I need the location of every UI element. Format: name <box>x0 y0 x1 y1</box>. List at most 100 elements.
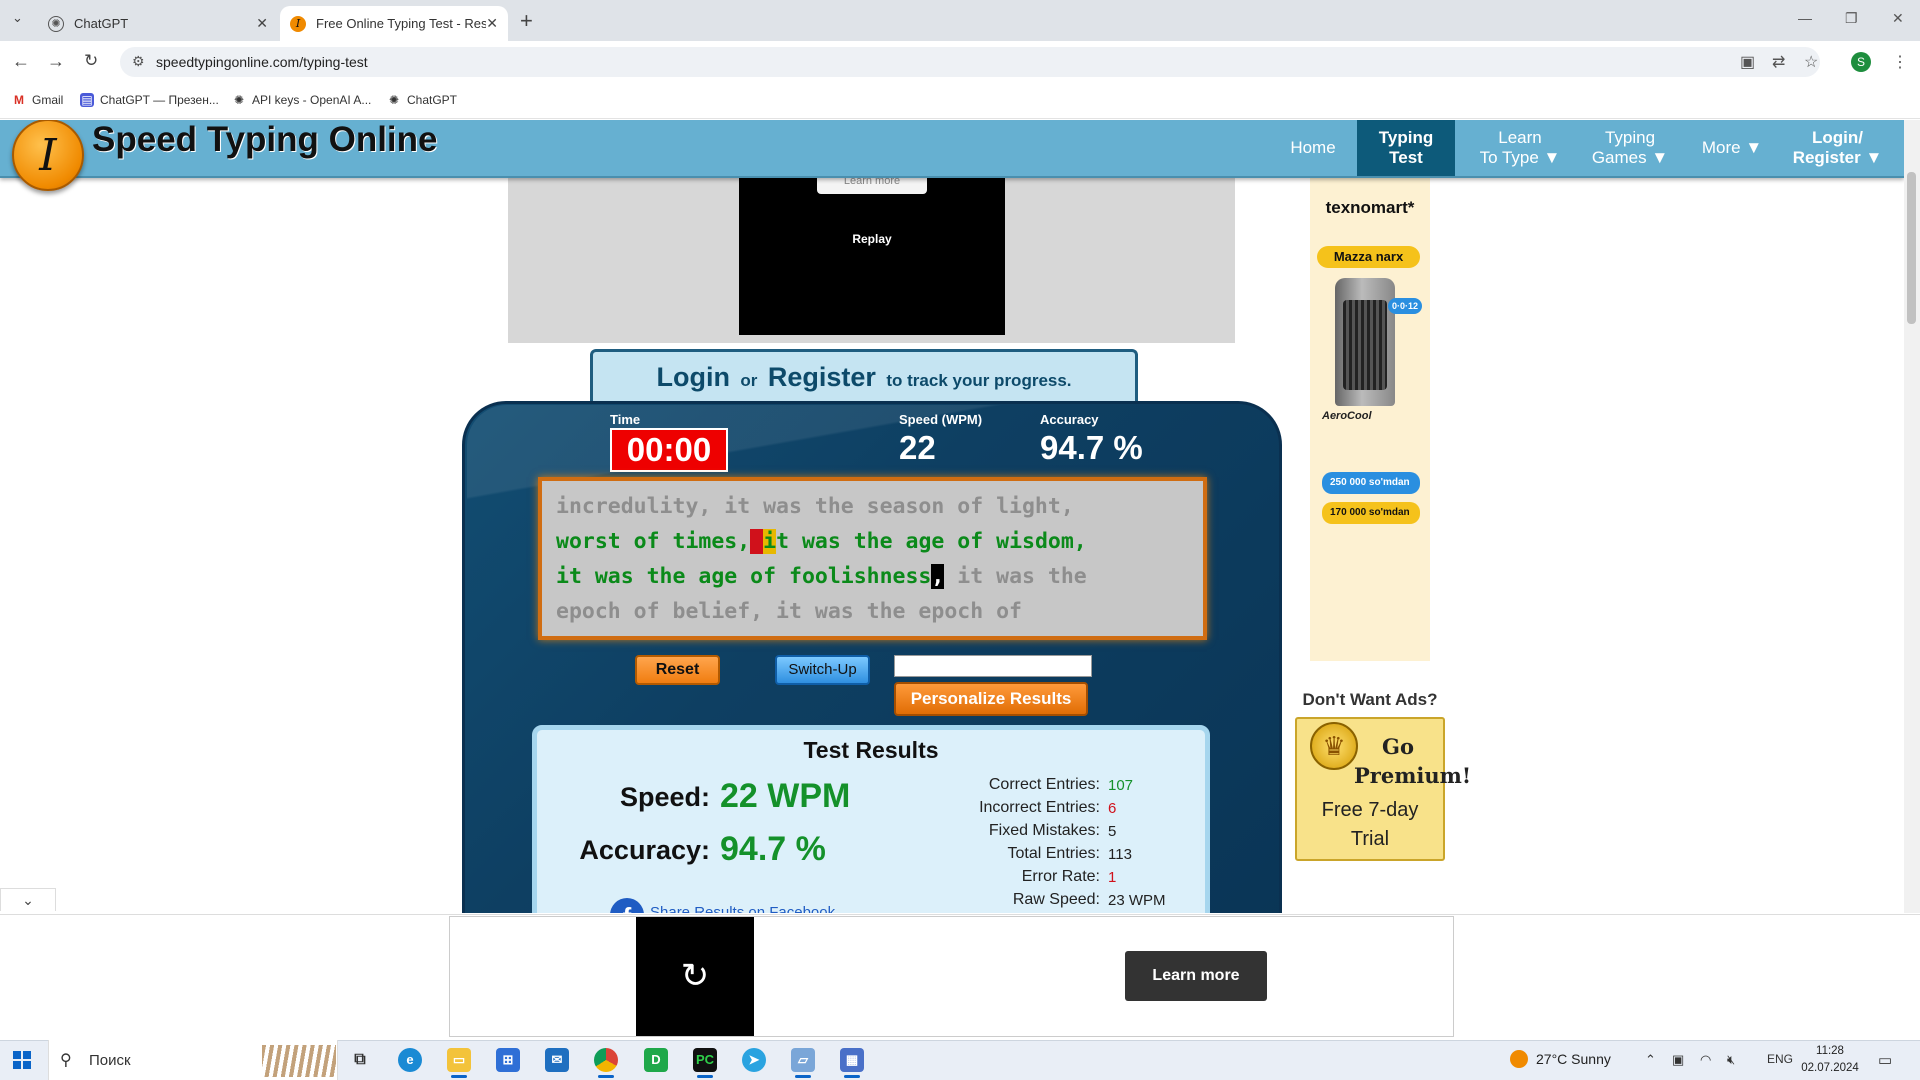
tab-typing-test[interactable]: I Free Online Typing Test - Result ✕ <box>280 6 508 41</box>
app-window-icon[interactable]: ▱ <box>791 1048 815 1072</box>
back-icon[interactable]: ← <box>12 51 30 72</box>
bottom-ad-frame[interactable] <box>449 916 1454 1037</box>
telegram-icon[interactable]: ➤ <box>742 1048 766 1072</box>
bottom-ad-learn-more-button[interactable]: Learn more <box>1125 951 1267 1001</box>
free-trial-text[interactable]: Free 7-day Trial <box>1297 796 1443 854</box>
site-info-icon[interactable]: ⚙ <box>132 53 145 70</box>
error-rate-value: 1 <box>1108 869 1117 886</box>
bookmarks-bar: M Gmail ▤ ChatGPT — Презен... ✺ API keys… <box>0 81 1920 119</box>
reset-button[interactable]: Reset <box>635 655 720 685</box>
restore-icon[interactable]: ❐ <box>1845 10 1858 27</box>
chatgpt-icon: ✺ <box>388 93 400 107</box>
minimize-icon[interactable]: — <box>1798 10 1812 26</box>
register-link[interactable]: Register <box>768 362 876 392</box>
switch-up-button[interactable]: Switch-Up <box>775 655 870 685</box>
forward-icon[interactable]: → <box>47 51 65 72</box>
ad-learn-more-button[interactable]: Learn more <box>817 178 927 194</box>
bookmark-star-icon[interactable]: ☆ <box>1804 52 1818 72</box>
speedtyping-favicon: I <box>290 15 306 32</box>
replay-icon[interactable]: ↻ <box>636 917 754 1036</box>
ad-replay-button[interactable]: Replay <box>739 232 1005 246</box>
correct-entries-label: Correct Entries: <box>988 776 1100 793</box>
nav-label: Home <box>1290 138 1336 157</box>
no-images-icon[interactable]: ▣ <box>1740 52 1755 72</box>
bookmark-gmail[interactable]: M Gmail <box>12 93 63 107</box>
tray-overflow-icon[interactable]: ⌃ <box>1645 1052 1656 1068</box>
mail-icon[interactable]: ✉ <box>545 1048 569 1072</box>
result-speed-value: 22 WPM <box>720 777 851 815</box>
chatgpt-icon: ✺ <box>48 15 64 32</box>
reload-icon[interactable]: ↻ <box>84 51 98 71</box>
result-speed-label: Speed: <box>619 782 710 812</box>
language-indicator[interactable]: ENG <box>1767 1052 1793 1066</box>
site-logo-text[interactable]: Speed Typing Online <box>92 120 438 160</box>
raw-speed-value: 23 WPM <box>1108 892 1166 909</box>
personalize-results-button[interactable]: Personalize Results <box>894 682 1088 716</box>
pycharm-icon[interactable]: PC <box>693 1048 717 1072</box>
nav-typing-games[interactable]: Typing Games ▼ <box>1583 120 1677 176</box>
untyped-text: incredulity, it was the season of light, <box>556 494 1074 519</box>
ad-price-1: 250 000 so'mdan <box>1322 472 1420 494</box>
nav-label: More ▼ <box>1701 138 1763 157</box>
ad-video[interactable] <box>739 178 1005 335</box>
nav-learn-to-type[interactable]: Learn To Type ▼ <box>1470 120 1570 176</box>
ad-badge: Mazza narx <box>1317 246 1420 268</box>
login-link[interactable]: Login <box>656 362 729 392</box>
tab-chatgpt[interactable]: ✺ ChatGPT ✕ <box>38 6 278 41</box>
site-logo-icon[interactable]: I <box>12 120 84 191</box>
scrollbar-thumb[interactable] <box>1907 172 1916 324</box>
nav-typing-test[interactable]: Typing Test <box>1357 120 1455 176</box>
tab-title: Free Online Typing Test - Result <box>316 16 486 31</box>
bookmark-label: ChatGPT <box>407 93 458 107</box>
personalize-name-input[interactable] <box>894 655 1092 677</box>
task-view-icon[interactable]: ⧉ <box>348 1048 372 1072</box>
search-placeholder: Поиск <box>89 1051 131 1069</box>
total-entries-value: 113 <box>1108 846 1132 863</box>
edge-icon[interactable]: e <box>398 1048 422 1072</box>
nav-label: Typing <box>1604 128 1656 147</box>
address-toolbar: ← → ↻ speedtypingonline.com/typing-test … <box>0 41 1920 81</box>
ad-price-2: 170 000 so'mdan <box>1322 502 1420 524</box>
close-tab-icon[interactable]: ✕ <box>256 15 268 32</box>
web-page: Learn more Replay Login or Register to t… <box>0 120 1904 913</box>
time-value: 00:00 <box>610 428 728 472</box>
network-adapter-icon[interactable]: ▣ <box>1672 1052 1684 1068</box>
profile-avatar[interactable]: S <box>1851 52 1871 72</box>
go-premium-title[interactable]: Go Premium! <box>1318 732 1471 790</box>
nav-home[interactable]: Home <box>1278 120 1348 176</box>
notifications-icon[interactable]: ▭ <box>1878 1051 1892 1069</box>
bookmark-api-keys[interactable]: ✺ API keys - OpenAI A... <box>232 93 371 107</box>
close-tab-icon[interactable]: ✕ <box>486 15 498 32</box>
weather-widget[interactable]: 27°C Sunny <box>1510 1050 1611 1068</box>
windows-start-icon[interactable] <box>13 1051 31 1069</box>
chrome-icon[interactable] <box>594 1048 618 1072</box>
nav-more[interactable]: More ▼ <box>1692 120 1772 176</box>
typed-text: t was the age of wisdom, <box>776 529 1087 554</box>
tab-title: ChatGPT <box>74 16 129 31</box>
store-icon[interactable]: ⊞ <box>496 1048 520 1072</box>
volume-muted-icon[interactable]: 🔇︎ <box>1727 1052 1735 1068</box>
wifi-icon[interactable]: ◠ <box>1700 1052 1711 1068</box>
file-explorer-icon[interactable]: ▭ <box>447 1048 471 1072</box>
calculator-icon[interactable]: ▦ <box>840 1048 864 1072</box>
collapse-ad-icon[interactable]: ⌄ <box>0 888 56 911</box>
bookmark-label: API keys - OpenAI A... <box>252 93 372 107</box>
close-window-icon[interactable]: ✕ <box>1892 10 1904 27</box>
menu-icon[interactable]: ⋮ <box>1892 52 1908 72</box>
translate-icon[interactable]: ⇄ <box>1772 52 1785 72</box>
login-banner: Login or Register to track your progress… <box>590 349 1138 409</box>
error-rate-label: Error Rate: <box>1021 868 1100 885</box>
app-d-icon[interactable]: D <box>644 1048 668 1072</box>
nav-login-register[interactable]: Login/Register ▼ <box>1785 120 1890 176</box>
sun-icon <box>1510 1050 1528 1068</box>
bookmark-chatgpt[interactable]: ✺ ChatGPT <box>387 93 457 107</box>
clock-time: 11:28 <box>1816 1045 1844 1057</box>
share-facebook-link[interactable]: Share Results on Facebook <box>650 904 835 913</box>
taskbar-clock[interactable]: 11:28 02.07.2024 <box>1800 1043 1860 1077</box>
bookmark-chatgpt-presentation[interactable]: ▤ ChatGPT — Презен... <box>80 93 219 107</box>
address-bar[interactable]: speedtypingonline.com/typing-test <box>120 47 1820 77</box>
highlighted-char: i <box>763 529 777 554</box>
tab-list-dropdown-icon[interactable]: ⌄ <box>12 10 23 26</box>
typing-text-area[interactable]: incredulity, it was the season of light,… <box>538 477 1207 640</box>
new-tab-icon[interactable]: + <box>520 8 533 34</box>
